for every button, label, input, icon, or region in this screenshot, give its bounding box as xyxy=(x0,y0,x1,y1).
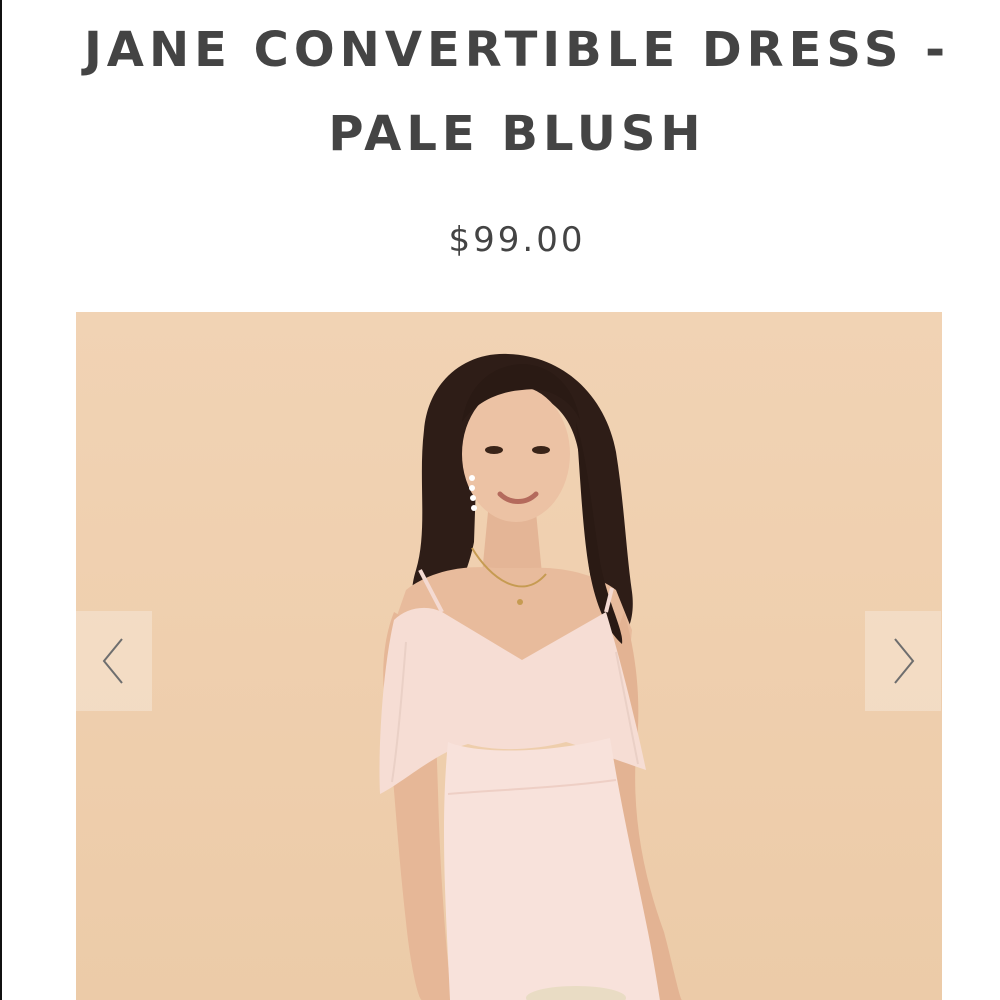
chevron-left-icon xyxy=(102,638,123,684)
next-image-button[interactable] xyxy=(865,611,941,711)
previous-image-button[interactable] xyxy=(76,611,152,711)
chevron-right-icon xyxy=(894,638,915,684)
product-title: JANE CONVERTIBLE DRESS - PALE BLUSH xyxy=(83,22,951,162)
product-price: $99.00 xyxy=(448,220,586,260)
product-image-gallery[interactable] xyxy=(76,312,942,1000)
product-page: JANE CONVERTIBLE DRESS - PALE BLUSH $99.… xyxy=(0,0,1000,1000)
product-photo xyxy=(379,353,682,1000)
